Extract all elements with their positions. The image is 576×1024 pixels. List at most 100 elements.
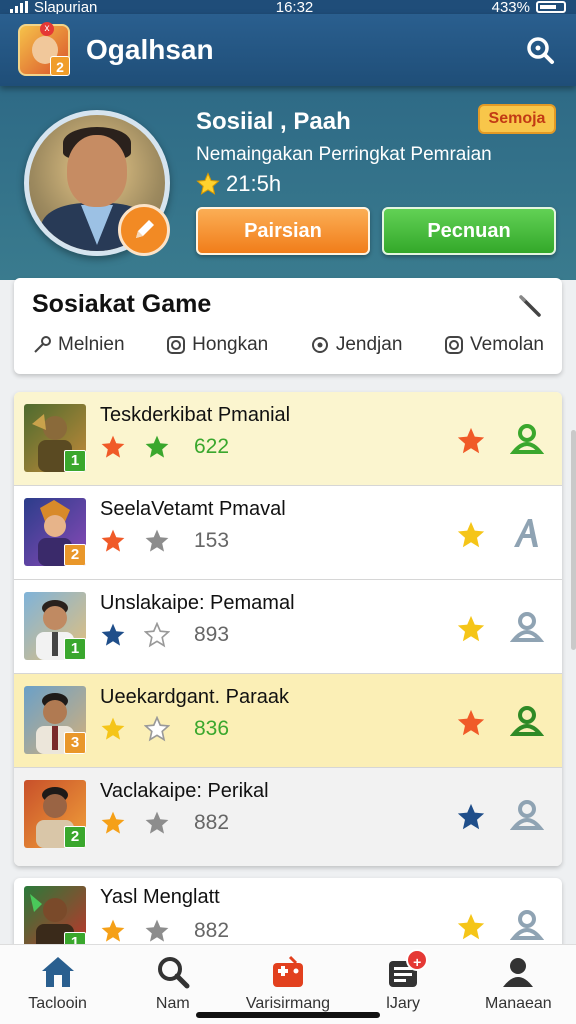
search-icon xyxy=(527,37,554,64)
list-item[interactable]: 1 Teskderkibat Pmanial 622 xyxy=(14,392,562,486)
add-user-icon xyxy=(509,800,545,830)
rank-badge: 1 xyxy=(64,638,86,660)
nav-profile[interactable]: Manaean xyxy=(463,955,573,1013)
star-icon xyxy=(101,529,125,552)
tab-jendjan[interactable]: Jendjan xyxy=(310,334,402,356)
status-bar: Slapurian 16:32 433% xyxy=(0,0,576,14)
action-button[interactable] xyxy=(510,516,544,555)
player-stars: 882 xyxy=(100,810,229,836)
battery-percent: 433% xyxy=(491,0,530,14)
secondary-action-button[interactable]: Pecnuan xyxy=(382,207,556,255)
player-name: Teskderkibat Pmanial xyxy=(100,404,291,426)
player-score: 893 xyxy=(194,623,230,646)
edit-social-button[interactable] xyxy=(518,294,544,325)
player-avatar: 2 xyxy=(24,498,86,566)
add-user-icon xyxy=(509,910,545,940)
player-name: SeelaVetamt Pmaval xyxy=(100,498,286,520)
letter-a-icon xyxy=(514,519,538,547)
search-icon xyxy=(157,957,190,989)
favorite-button[interactable] xyxy=(456,426,486,461)
pencil-icon xyxy=(136,220,154,238)
nav-games[interactable]: Varisirmang xyxy=(233,955,343,1013)
add-friend-button[interactable] xyxy=(509,422,545,461)
add-friend-button[interactable] xyxy=(509,798,545,837)
signal-icon xyxy=(10,1,28,13)
player-stars: 836 xyxy=(100,716,229,742)
star-icon xyxy=(101,623,125,646)
player-stars: 622 xyxy=(100,434,229,460)
nav-search[interactable]: Nam xyxy=(118,955,228,1013)
scrollbar[interactable] xyxy=(571,430,576,650)
add-friend-button[interactable] xyxy=(509,704,545,743)
star-icon xyxy=(196,172,220,195)
star-icon xyxy=(145,811,169,834)
player-name: Vaclakaipe: Perikal xyxy=(100,780,269,802)
favorite-button[interactable] xyxy=(456,912,486,947)
edit-avatar-button[interactable] xyxy=(118,204,170,256)
add-friend-button[interactable] xyxy=(509,610,545,649)
star-icon xyxy=(145,435,169,458)
profile-tag-badge[interactable]: Semoja xyxy=(478,104,556,134)
add-user-icon xyxy=(509,612,545,642)
carrier-label: Slapurian xyxy=(34,0,98,14)
player-name: Yasl Menglatt xyxy=(100,886,220,908)
rank-badge: 2 xyxy=(64,826,86,848)
favorite-button[interactable] xyxy=(456,520,486,555)
tab-vemolan[interactable]: Vemolan xyxy=(444,334,544,356)
star-outline-icon xyxy=(144,716,170,742)
rank-badge: 2 xyxy=(64,544,86,566)
tab-melnien[interactable]: Melnien xyxy=(32,334,125,356)
key-icon xyxy=(34,336,51,353)
star-icon xyxy=(101,919,125,942)
target-icon xyxy=(311,337,328,353)
player-name: Ueekardgant. Paraak xyxy=(100,686,290,708)
tab-hongkan[interactable]: Hongkan xyxy=(166,334,268,356)
player-score: 153 xyxy=(194,529,230,552)
nav-list[interactable]: + lJary xyxy=(348,949,458,1013)
star-icon xyxy=(457,913,485,940)
star-icon xyxy=(101,435,125,458)
player-avatar: 1 xyxy=(24,886,86,948)
primary-action-button[interactable]: Pairsian xyxy=(196,207,370,255)
nav-home[interactable]: Taclooin xyxy=(3,955,113,1013)
list-item[interactable]: 1 Unslakaipe: Pemamal 893 xyxy=(14,580,562,674)
camera-icon xyxy=(445,336,464,354)
star-icon xyxy=(145,919,169,942)
list-item[interactable]: 3 Ueekardgant. Paraak 836 xyxy=(14,674,562,768)
player-score: 882 xyxy=(194,919,230,942)
logo-level-badge: 2 xyxy=(50,56,70,76)
favorite-button[interactable] xyxy=(456,614,486,649)
home-icon xyxy=(41,957,74,987)
player-avatar: 3 xyxy=(24,686,86,754)
profile-score: 21:5h xyxy=(196,171,281,197)
favorite-button[interactable] xyxy=(456,708,486,743)
home-indicator[interactable] xyxy=(196,1012,380,1018)
player-avatar: 1 xyxy=(24,404,86,472)
battery-icon xyxy=(536,1,566,13)
player-name: Unslakaipe: Pemamal xyxy=(100,592,295,614)
clock: 16:32 xyxy=(275,0,314,14)
player-stars: 153 xyxy=(100,528,229,554)
list-item[interactable]: 2 SeelaVetamt Pmaval 153 xyxy=(14,486,562,580)
star-icon xyxy=(101,717,125,740)
player-score: 882 xyxy=(194,811,230,834)
player-stars: 882 xyxy=(100,918,229,944)
profile-name: Sosiial , Paah xyxy=(196,108,351,135)
gamepad-icon xyxy=(272,955,303,987)
player-avatar: 1 xyxy=(24,592,86,660)
list-item[interactable]: 1 Yasl Menglatt 882 xyxy=(14,878,562,948)
star-icon xyxy=(145,529,169,552)
rank-badge: 1 xyxy=(64,450,86,472)
ranking-list: 1 Teskderkibat Pmanial 622 2 SeelaVetamt… xyxy=(14,392,562,866)
logo-notification-dot: x xyxy=(40,22,54,36)
add-friend-button[interactable] xyxy=(509,908,545,947)
list-item[interactable]: 2 Vaclakaipe: Perikal 882 xyxy=(14,768,562,866)
app-logo[interactable]: x 2 xyxy=(18,22,70,76)
favorite-button[interactable] xyxy=(456,802,486,837)
star-outline-icon xyxy=(144,622,170,648)
camera-icon xyxy=(167,336,186,354)
player-stars: 893 xyxy=(100,622,229,648)
star-icon xyxy=(457,427,485,454)
search-button[interactable] xyxy=(522,32,558,68)
add-user-icon xyxy=(509,424,545,454)
